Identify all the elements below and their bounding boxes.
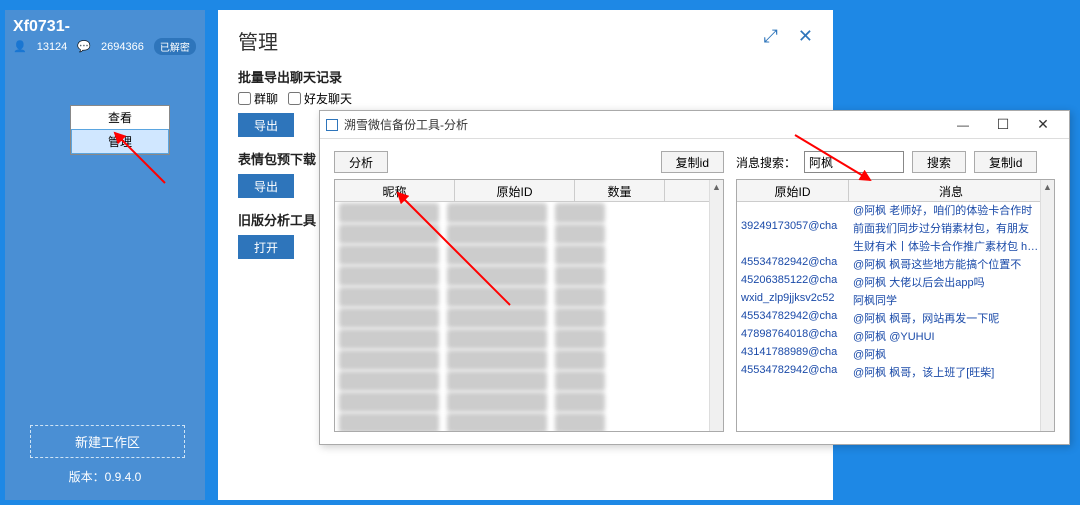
decrypted-pill: 已解密 <box>154 38 196 55</box>
table-row[interactable] <box>339 287 705 307</box>
col-rawid-right[interactable]: 原始ID <box>737 180 849 201</box>
table-row[interactable]: 生财有术丨体验卡合作推广素材包 https://i.shengcaiyoushu… <box>737 238 1040 256</box>
table-row[interactable] <box>339 245 705 265</box>
cell-rawid: 45534782942@cha <box>737 310 849 328</box>
cell-rawid: 45534782942@cha <box>737 256 849 274</box>
cell-message: @阿枫 大佬以后会出app吗 <box>849 274 1040 292</box>
cell-message: 阿枫同学 <box>849 292 1040 310</box>
cell-rawid: 43141788989@cha <box>737 346 849 364</box>
cell-message: @阿枫 枫哥这些地方能搞个位置不 <box>849 256 1040 274</box>
right-scrollbar[interactable]: ▲ <box>1040 180 1054 431</box>
right-table-body[interactable]: @阿枫 老师好，咱们的体验卡合作时39249173057@cha前面我们同步过分… <box>737 202 1040 431</box>
cell-message: 前面我们同步过分销素材包，有朋友 <box>849 220 1040 238</box>
version-label: 版本：0.9.4.0 <box>5 468 205 485</box>
table-row[interactable]: @阿枫 老师好，咱们的体验卡合作时 <box>737 202 1040 220</box>
cell-message: 生财有术丨体验卡合作推广素材包 https://i.shengcaiyoushu… <box>849 238 1040 256</box>
cell-rawid: 47898764018@cha <box>737 328 849 346</box>
export-button-1[interactable]: 导出 <box>238 113 294 137</box>
cell-message: @阿枫 老师好，咱们的体验卡合作时 <box>849 202 1040 220</box>
table-row[interactable]: 47898764018@cha@阿枫 @YUHUI <box>737 328 1040 346</box>
table-row[interactable]: 45534782942@cha@阿枫 枫哥，该上班了[旺柴] <box>737 364 1040 382</box>
left-scrollbar[interactable]: ▲ <box>709 180 723 431</box>
cell-rawid: 45534782942@cha <box>737 364 849 382</box>
export-button-2[interactable]: 导出 <box>238 174 294 198</box>
left-table-body[interactable] <box>335 202 709 431</box>
app-icon <box>326 119 338 131</box>
minimize-button[interactable] <box>943 112 983 138</box>
table-row[interactable]: wxid_zlp9jjksv2c52阿枫同学 <box>737 292 1040 310</box>
right-table: 原始ID 消息 @阿枫 老师好，咱们的体验卡合作时39249173057@cha… <box>736 179 1055 432</box>
friend-icon: 👤 <box>13 40 27 53</box>
col-count[interactable]: 数量 <box>575 180 665 201</box>
open-button[interactable]: 打开 <box>238 235 294 259</box>
export-chat-heading: 批量导出聊天记录 <box>238 67 813 86</box>
table-row[interactable] <box>339 371 705 391</box>
cell-rawid: wxid_zlp9jjksv2c52 <box>737 292 849 310</box>
table-row[interactable] <box>339 203 705 223</box>
analysis-dialog: 溯雪微信备份工具-分析 分析 复制id 昵称 原始ID 数量 ▲ <box>319 110 1070 445</box>
close-button[interactable] <box>1023 112 1063 138</box>
table-row[interactable] <box>339 224 705 244</box>
page-title: 管理 <box>238 26 813 55</box>
collapse-icon[interactable]: ⤢ <box>764 26 778 47</box>
col-message[interactable]: 消息 <box>849 180 1054 201</box>
table-row[interactable] <box>339 266 705 286</box>
table-row[interactable] <box>339 413 705 431</box>
window-buttons <box>943 112 1063 138</box>
right-pane: 消息搜索： 搜索 复制id 原始ID 消息 @阿枫 老师好，咱们的体验卡合作时3… <box>736 151 1055 432</box>
cell-message: @阿枫 <box>849 346 1040 364</box>
copyid-button-right[interactable]: 复制id <box>974 151 1037 173</box>
dialog-title: 溯雪微信备份工具-分析 <box>344 116 468 133</box>
account-stats: 👤 13124 💬 2694366 已解密 <box>13 38 197 55</box>
col-rawid-left[interactable]: 原始ID <box>455 180 575 201</box>
sidebar: Xf0731- 👤13124 💬2694366 已解密 查看 管理 新建工作区 … <box>5 10 205 500</box>
context-view[interactable]: 查看 <box>71 106 169 129</box>
col-nickname[interactable]: 昵称 <box>335 180 455 201</box>
cell-message: @阿枫 @YUHUI <box>849 328 1040 346</box>
cell-rawid: 39249173057@cha <box>737 220 849 238</box>
panel-titlebar-icons: ⤢ ✕ <box>764 26 814 47</box>
context-menu: 查看 管理 <box>70 105 170 155</box>
table-row[interactable]: 43141788989@cha@阿枫 <box>737 346 1040 364</box>
copyid-button-left[interactable]: 复制id <box>661 151 724 173</box>
table-row[interactable]: 45534782942@cha@阿枫 枫哥这些地方能搞个位置不 <box>737 256 1040 274</box>
search-input[interactable] <box>804 151 904 173</box>
table-row[interactable]: 45206385122@cha@阿枫 大佬以后会出app吗 <box>737 274 1040 292</box>
context-manage[interactable]: 管理 <box>71 129 169 154</box>
table-row[interactable] <box>339 350 705 370</box>
table-row[interactable]: 39249173057@cha前面我们同步过分销素材包，有朋友 <box>737 220 1040 238</box>
cell-rawid <box>737 238 849 256</box>
friend-count: 13124 <box>37 41 68 53</box>
left-pane: 分析 复制id 昵称 原始ID 数量 ▲ <box>334 151 724 432</box>
table-row[interactable]: 45534782942@cha@阿枫 枫哥，网站再发一下呢 <box>737 310 1040 328</box>
table-row[interactable] <box>339 308 705 328</box>
cell-message: @阿枫 枫哥，该上班了[旺柴] <box>849 364 1040 382</box>
cell-rawid: 45206385122@cha <box>737 274 849 292</box>
dialog-titlebar[interactable]: 溯雪微信备份工具-分析 <box>320 111 1069 139</box>
chat-icon: 💬 <box>77 40 91 53</box>
table-row[interactable] <box>339 392 705 412</box>
cell-rawid <box>737 202 849 220</box>
search-label: 消息搜索： <box>736 154 796 171</box>
chk-group[interactable]: 群聊 <box>238 90 278 107</box>
table-row[interactable] <box>339 329 705 349</box>
group-count: 2694366 <box>101 41 144 53</box>
close-icon[interactable]: ✕ <box>798 26 813 47</box>
chk-friend[interactable]: 好友聊天 <box>288 90 352 107</box>
account-title: Xf0731- <box>13 18 197 36</box>
maximize-button[interactable] <box>983 112 1023 138</box>
cell-message: @阿枫 枫哥，网站再发一下呢 <box>849 310 1040 328</box>
analyze-button[interactable]: 分析 <box>334 151 388 173</box>
search-button[interactable]: 搜索 <box>912 151 966 173</box>
new-workspace-button[interactable]: 新建工作区 <box>30 425 185 458</box>
left-table: 昵称 原始ID 数量 ▲ <box>334 179 724 432</box>
